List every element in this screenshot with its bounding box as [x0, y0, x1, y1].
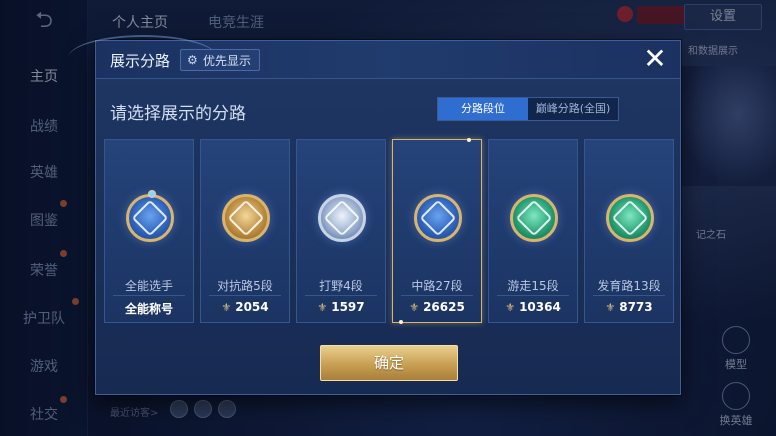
lane-card-value-text: 2054: [235, 300, 269, 314]
power-icon: ⚜: [317, 301, 328, 314]
close-icon[interactable]: ✕: [640, 44, 670, 74]
power-icon: ⚜: [221, 301, 232, 314]
lane-card-value: ⚜ 1597: [297, 300, 385, 314]
mid-lane-emblem-icon: [414, 194, 462, 242]
lane-card-value-text: 全能称号: [124, 302, 173, 316]
divider: [593, 295, 665, 296]
lane-card-label: 发育路13段: [597, 279, 661, 293]
divider: [401, 295, 473, 296]
priority-display-button[interactable]: ⚙ 优先显示: [180, 49, 261, 71]
gear-icon: ⚙: [187, 53, 198, 67]
lane-card-label: 打野4段: [319, 279, 363, 293]
divider: [497, 295, 569, 296]
lane-card-value: 全能称号: [105, 300, 193, 317]
priority-display-label: 优先显示: [203, 53, 252, 68]
clash-lane-emblem-icon: [222, 194, 270, 242]
section-title: 请选择展示的分路: [110, 104, 246, 124]
lane-card-value-text: 10364: [519, 300, 561, 314]
lane-card-all-round[interactable]: 全能选手 全能称号: [104, 139, 194, 323]
roam-emblem-icon: [510, 194, 558, 242]
lane-display-dialog: 展示分路 ⚙ 优先显示 ✕ 请选择展示的分路 分路段位 巅峰分路(全国) 全能选…: [68, 35, 681, 395]
all-round-emblem-icon: [126, 190, 174, 242]
lane-card-roam[interactable]: 游走15段 ⚜ 10364: [488, 139, 578, 323]
lane-card-label: 中路27段: [411, 279, 463, 293]
lane-cards: 全能选手 全能称号 对抗路5段 ⚜ 2054 打野4段 ⚜ 1597 中路27段 ⚜…: [104, 138, 676, 324]
power-icon: ⚜: [505, 301, 516, 314]
lane-card-clash[interactable]: 对抗路5段 ⚜ 2054: [200, 139, 290, 323]
lane-card-farm[interactable]: 发育路13段 ⚜ 8773: [584, 139, 674, 323]
farm-lane-emblem-icon: [606, 194, 654, 242]
toggle-peak-lane[interactable]: 巅峰分路(全国): [528, 98, 618, 120]
toggle-lane-rank[interactable]: 分路段位: [438, 98, 528, 120]
lane-mode-toggle: 分路段位 巅峰分路(全国): [437, 97, 619, 121]
lane-card-value: ⚜ 26625: [393, 300, 481, 314]
dialog-header: 展示分路 ⚙ 优先显示 ✕: [68, 35, 680, 79]
lane-card-value: ⚜ 2054: [201, 300, 289, 314]
lane-card-value-text: 8773: [619, 300, 653, 314]
lane-card-value: ⚜ 8773: [585, 300, 673, 314]
lane-card-value-text: 1597: [331, 300, 365, 314]
lane-card-label: 对抗路5段: [217, 279, 273, 293]
dialog-title: 展示分路: [110, 52, 171, 70]
lane-card-mid[interactable]: 中路27段 ⚜ 26625: [392, 138, 482, 324]
lane-card-label: 游走15段: [507, 279, 559, 293]
divider: [113, 295, 185, 296]
divider: [209, 295, 281, 296]
divider: [305, 295, 377, 296]
lane-card-value: ⚜ 10364: [489, 300, 577, 314]
lane-card-value-text: 26625: [423, 300, 465, 314]
confirm-button[interactable]: 确定: [320, 345, 458, 381]
power-icon: ⚜: [409, 301, 420, 314]
jungle-emblem-icon: [318, 194, 366, 242]
lane-card-jungle[interactable]: 打野4段 ⚜ 1597: [296, 139, 386, 323]
lane-card-label: 全能选手: [124, 279, 173, 293]
power-icon: ⚜: [605, 301, 616, 314]
